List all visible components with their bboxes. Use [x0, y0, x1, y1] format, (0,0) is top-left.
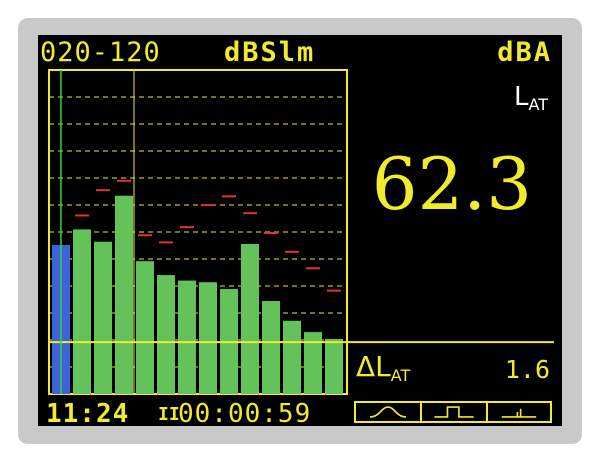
spectrum-chart	[48, 69, 554, 395]
delta-parameter-name: ΔL	[356, 350, 391, 383]
band-level-bar	[283, 320, 301, 394]
parameter-name: L	[514, 82, 529, 112]
spectrum-view-button[interactable]	[420, 401, 488, 423]
band-level-bar	[136, 261, 154, 394]
curve-view-icon	[369, 406, 407, 418]
meter-screen: 020-120 dBSlm dBA LAT 62.3 ΔLAT 1.6 11:2…	[38, 35, 562, 429]
band-level-bar	[199, 282, 217, 394]
spectrum-view-icon	[434, 406, 474, 418]
parameter-subscript: AT	[528, 95, 548, 114]
band-level-bar	[73, 229, 91, 394]
band-level-bar	[157, 275, 175, 394]
elapsed-time: 00:00:59	[178, 399, 312, 429]
view-selector	[354, 401, 552, 423]
main-reading: 62.3	[371, 142, 532, 226]
band-level-bar	[178, 280, 196, 394]
bargraph-view-button[interactable]	[486, 401, 552, 423]
band-level-bar	[325, 338, 343, 394]
clock-time: 11:24	[46, 399, 130, 429]
band-level-bar	[241, 243, 259, 394]
parameter-label: LAT	[514, 84, 548, 113]
pause-indicator: II	[158, 404, 180, 425]
band-level-bar	[262, 301, 280, 394]
delta-reading: 1.6	[504, 355, 550, 384]
band-level-bar	[94, 241, 112, 394]
delta-parameter-subscript: AT	[390, 366, 411, 385]
delta-parameter-label: ΔLAT	[356, 353, 410, 384]
curve-view-button[interactable]	[354, 401, 422, 423]
band-level-bar	[115, 195, 133, 394]
bargraph-view-icon	[501, 408, 537, 418]
